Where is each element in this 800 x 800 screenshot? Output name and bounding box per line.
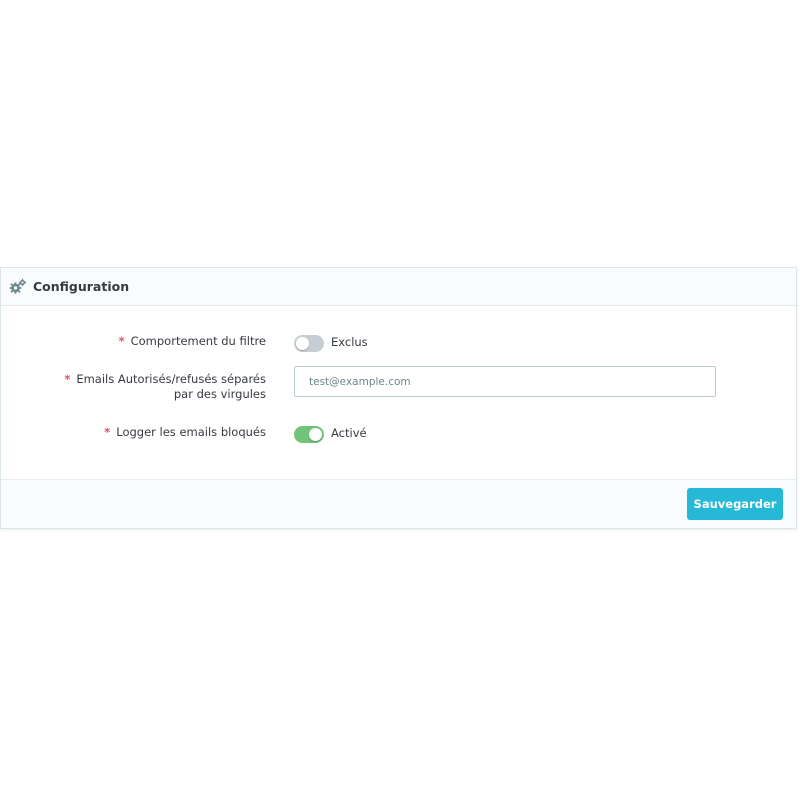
log-blocked-label-text: Logger les emails bloqués (116, 425, 266, 439)
toggle-knob (309, 428, 322, 441)
emails-label-line1: * Emails Autorisés/refusés séparés (46, 372, 266, 387)
emails-label-line1-text: Emails Autorisés/refusés séparés (76, 372, 266, 386)
toggle-knob (296, 337, 309, 350)
filter-behavior-toggle[interactable] (294, 335, 324, 352)
panel-title: Configuration (33, 279, 130, 294)
emails-input[interactable] (294, 366, 716, 397)
log-blocked-toggle[interactable] (294, 426, 324, 443)
filter-behavior-label: * Comportement du filtre (46, 334, 266, 349)
filter-behavior-label-text: Comportement du filtre (130, 334, 266, 348)
log-blocked-state: Activé (331, 426, 367, 440)
emails-label-line2: par des virgules (173, 387, 266, 401)
required-mark: * (104, 425, 111, 439)
save-button[interactable]: Sauvegarder (687, 488, 783, 520)
configuration-panel: Configuration * Comportement du filtre Ex… (0, 267, 797, 529)
log-blocked-label: * Logger les emails bloqués (46, 425, 266, 440)
cogs-icon (9, 278, 27, 296)
emails-label: * Emails Autorisés/refusés séparés par de… (46, 372, 266, 402)
panel-footer: Sauvegarder (1, 479, 796, 528)
filter-behavior-state: Exclus (331, 335, 368, 349)
panel-header: Configuration (1, 268, 796, 306)
required-mark: * (64, 372, 71, 386)
required-mark: * (118, 334, 125, 348)
